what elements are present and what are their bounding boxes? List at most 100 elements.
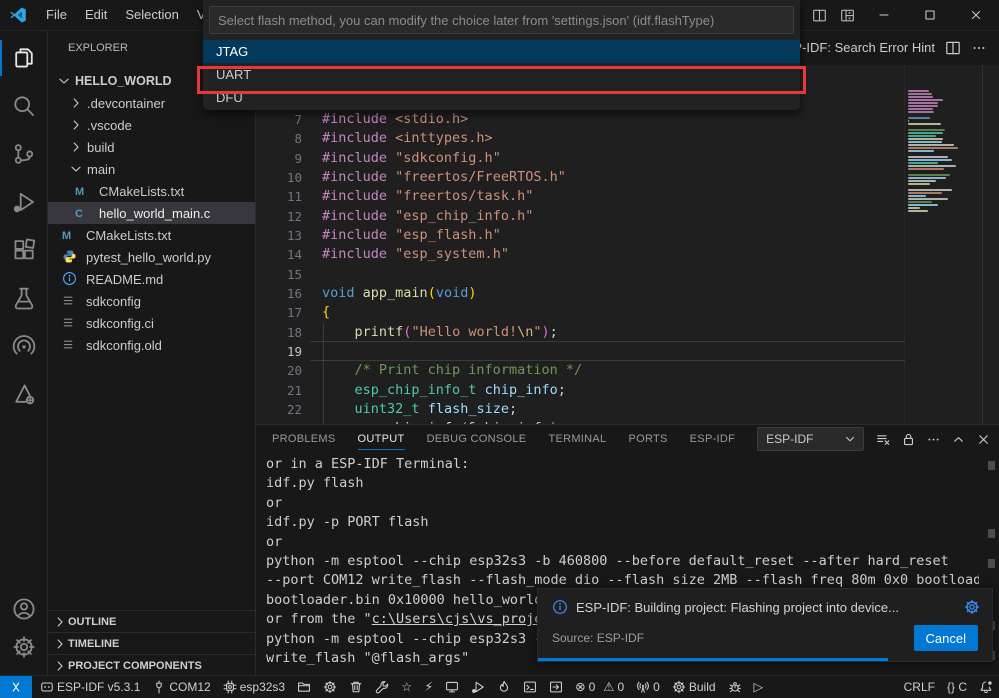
more-actions-icon[interactable] xyxy=(971,40,987,56)
customize-layout-icon[interactable] xyxy=(833,0,861,30)
activity-item-source-control[interactable] xyxy=(0,130,47,178)
code-line[interactable]: 14#include "esp_system.h" xyxy=(256,245,905,264)
sidebar-section-outline[interactable]: OUTLINE xyxy=(48,610,255,632)
code-line[interactable]: 8#include <inttypes.h> xyxy=(256,129,905,148)
split-editor-icon[interactable] xyxy=(945,40,961,56)
sidebar-section-timeline[interactable]: TIMELINE xyxy=(48,632,255,654)
status-debug-task[interactable] xyxy=(722,676,748,698)
code-line[interactable]: 20 /* Print chip information */ xyxy=(256,361,905,380)
panel-tab-terminal[interactable]: TERMINAL xyxy=(548,425,606,453)
status-build-project[interactable] xyxy=(369,676,395,698)
tree-item-sdkconfig[interactable]: sdkconfig xyxy=(48,290,255,312)
activity-item-esp-idf-tools[interactable] xyxy=(0,370,47,418)
activity-item-accounts[interactable] xyxy=(0,590,47,628)
status-flash-device[interactable]: ⚡ xyxy=(418,676,439,698)
maximize-panel-icon[interactable] xyxy=(951,432,966,447)
status-full-clean[interactable] xyxy=(343,676,369,698)
clear-output-icon[interactable] xyxy=(876,432,891,447)
activity-item-run-debug[interactable] xyxy=(0,178,47,226)
maximize-button[interactable] xyxy=(907,0,953,30)
status-remote-indicator[interactable] xyxy=(0,676,32,698)
code-line[interactable]: 13#include "esp_flash.h" xyxy=(256,226,905,245)
tree-item-build[interactable]: build xyxy=(48,136,255,158)
panel-tab-output[interactable]: OUTPUT xyxy=(358,425,405,453)
status-build-task-running[interactable]: Build xyxy=(666,676,722,698)
status-open-project[interactable] xyxy=(291,676,317,698)
panel-tab-problems[interactable]: PROBLEMS xyxy=(272,425,336,453)
menu-file[interactable]: File xyxy=(37,4,76,26)
status-debug-device[interactable] xyxy=(465,676,491,698)
quick-pick-item-jtag[interactable]: JTAG xyxy=(203,40,800,63)
code-editor[interactable]: 7#include <stdio.h>8#include <inttypes.h… xyxy=(256,65,999,424)
code-line[interactable]: 12#include "esp_chip_info.h" xyxy=(256,207,905,226)
tree-item-label: sdkconfig.old xyxy=(86,338,162,353)
status-language-mode[interactable]: {} C xyxy=(941,676,973,698)
code-line[interactable]: 22 uint32_t flash_size; xyxy=(256,400,905,419)
sidebar-section-project-components[interactable]: PROJECT COMPONENTS xyxy=(48,654,255,676)
status-forwarded-ports[interactable]: 0 xyxy=(630,676,666,698)
activity-item-explorer[interactable] xyxy=(0,34,47,82)
quick-pick-item-dfu[interactable]: DFU xyxy=(203,86,800,109)
code-line[interactable]: 15 xyxy=(256,265,905,284)
close-button[interactable] xyxy=(953,0,999,30)
minimap-line xyxy=(908,144,954,146)
code-line[interactable]: 10#include "freertos/FreeRTOS.h" xyxy=(256,168,905,187)
tree-item-cmakelists-txt[interactable]: MCMakeLists.txt xyxy=(48,180,255,202)
status-execute-custom-task[interactable] xyxy=(543,676,569,698)
panel-tab-esp-idf[interactable]: ESP-IDF xyxy=(690,425,736,453)
quick-pick-item-uart[interactable]: UART xyxy=(203,63,800,86)
status-run-task[interactable]: ▷ xyxy=(748,676,770,698)
code-text: #include "esp_chip_info.h" xyxy=(322,207,533,226)
code-line[interactable]: 9#include "sdkconfig.h" xyxy=(256,149,905,168)
activity-item-manage[interactable] xyxy=(0,628,47,666)
cancel-button[interactable]: Cancel xyxy=(914,625,978,651)
status-notifications-bell[interactable] xyxy=(973,676,999,698)
notification-settings-icon[interactable] xyxy=(964,599,980,615)
code-line[interactable]: 7#include <stdio.h> xyxy=(256,110,905,129)
tree-item-readme-md[interactable]: README.md xyxy=(48,268,255,290)
tree-item-sdkconfig-old[interactable]: sdkconfig.old xyxy=(48,334,255,356)
code-line[interactable]: 16void app_main(void) xyxy=(256,284,905,303)
menu-edit[interactable]: Edit xyxy=(76,4,116,26)
code-line[interactable]: 19 xyxy=(256,342,905,361)
panel-tab-ports[interactable]: PORTS xyxy=(628,425,667,453)
status-monitor-device[interactable] xyxy=(439,676,465,698)
tree-item-sdkconfig-ci[interactable]: sdkconfig.ci xyxy=(48,312,255,334)
readme-info-icon xyxy=(62,271,78,287)
editor-scrollbar[interactable] xyxy=(982,65,999,424)
output-channel-select[interactable]: ESP-IDF xyxy=(757,427,864,451)
close-panel-icon[interactable] xyxy=(976,432,991,447)
panel-tab-debug-console[interactable]: DEBUG CONSOLE xyxy=(427,425,527,453)
code-line[interactable]: 21 esp_chip_info_t chip_info; xyxy=(256,381,905,400)
code-line[interactable]: 11#include "freertos/task.h" xyxy=(256,187,905,206)
status-build-flash-monitor[interactable] xyxy=(491,676,517,698)
minimap[interactable] xyxy=(904,65,983,424)
menu-selection[interactable]: Selection xyxy=(116,4,187,26)
activity-item-testing[interactable] xyxy=(0,274,47,322)
status-device-target[interactable]: esp32s3 xyxy=(217,676,291,698)
tree-item-pytest-hello-world-py[interactable]: pytest_hello_world.py xyxy=(48,246,255,268)
status-sdk-configuration[interactable] xyxy=(317,676,343,698)
minimize-button[interactable] xyxy=(861,0,907,30)
activity-item-search[interactable] xyxy=(0,82,47,130)
panel-more-actions-icon[interactable] xyxy=(926,432,941,447)
code-line[interactable]: 18 printf("Hello world!\n"); xyxy=(256,323,905,342)
output-path-link[interactable]: c:\Users\cjs\vs_proje xyxy=(372,611,543,627)
activity-item-extensions[interactable] xyxy=(0,226,47,274)
status-esp-idf-version[interactable]: ESP-IDF v5.3.1 xyxy=(34,676,146,698)
status-eol-indicator[interactable]: CRLF xyxy=(898,676,941,698)
tree-item-cmakelists-txt[interactable]: MCMakeLists.txt xyxy=(48,224,255,246)
split-editor-icon[interactable] xyxy=(805,0,833,30)
tree-item--vscode[interactable]: .vscode xyxy=(48,114,255,136)
status-serial-port[interactable]: COM12 xyxy=(146,676,216,698)
tree-item-hello-world-main-c[interactable]: Chello_world_main.c xyxy=(48,202,255,224)
status-select-flash-method[interactable]: ☆ xyxy=(395,676,418,698)
quick-pick-input[interactable] xyxy=(210,13,793,28)
activity-item-esp-idf-explorer[interactable] xyxy=(0,322,47,370)
tree-item-label: README.md xyxy=(86,272,163,287)
status-problems-counter[interactable]: ⊗0⚠0 xyxy=(569,676,630,698)
status-esp-idf-terminal[interactable] xyxy=(517,676,543,698)
lock-scroll-icon[interactable] xyxy=(901,432,916,447)
tree-item-main[interactable]: main xyxy=(48,158,255,180)
code-line[interactable]: 17{ xyxy=(256,303,905,322)
